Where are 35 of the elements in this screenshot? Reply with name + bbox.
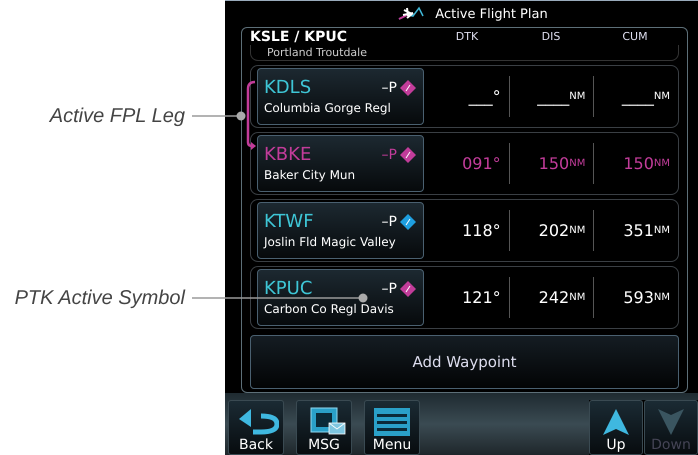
- approach-label: –P: [382, 80, 397, 96]
- callout-label: Active FPL Leg: [48, 104, 185, 129]
- waypoint-ident: KPUC: [264, 278, 312, 300]
- column-header: DTK: [454, 30, 480, 43]
- waypoint-name: Joslin Fld Magic Valley: [264, 234, 397, 250]
- leader-line: [192, 111, 247, 121]
- window-title: Active Flight Plan: [435, 6, 548, 22]
- active-leg-arrow: [244, 80, 258, 150]
- table-cell-text: ___°: [468, 86, 502, 108]
- route-title: KSLE / KPUC: [250, 28, 348, 44]
- approach-label: –P: [382, 146, 397, 162]
- waypoint-ident: KBKE: [264, 144, 312, 166]
- back-button[interactable]: Back: [228, 400, 284, 455]
- waypoint-name: Baker City Mun: [264, 166, 356, 184]
- msg-button[interactable]: MSG: [296, 400, 352, 455]
- table-cell-text: 121°: [461, 287, 502, 309]
- approach-label: –P: [382, 280, 397, 296]
- waypoint-button[interactable]: KDLS –P Columbia Gorge Regl: [257, 68, 424, 125]
- column-header: CUM: [621, 30, 649, 43]
- column-header: DIS: [540, 30, 562, 43]
- waypoint-name: Portland Troutdale: [267, 46, 367, 58]
- menu-button[interactable]: Menu: [364, 400, 420, 455]
- waypoint-name: Carbon Co Regl Davis: [264, 300, 395, 318]
- waypoint-button[interactable]: KBKE –P Baker City Mun: [257, 135, 424, 192]
- up-button[interactable]: Up: [589, 400, 643, 455]
- callout-label: PTK Active Symbol: [14, 286, 185, 311]
- table-cell-text: 091°: [461, 153, 502, 175]
- waypoint-ident: KTWF: [264, 210, 314, 232]
- waypoint-ident: KDLS: [264, 76, 312, 98]
- table-cell-text: 118°: [461, 220, 502, 242]
- waypoint-button[interactable]: KPUC –P Carbon Co Regl Davis: [257, 269, 424, 326]
- approach-label: –P: [382, 214, 397, 230]
- waypoint-name: Columbia Gorge Regl: [264, 100, 392, 116]
- waypoint-button[interactable]: KTWF –P Joslin Fld Magic Valley: [257, 202, 424, 259]
- add-waypoint-button[interactable]: Add Waypoint: [250, 335, 679, 389]
